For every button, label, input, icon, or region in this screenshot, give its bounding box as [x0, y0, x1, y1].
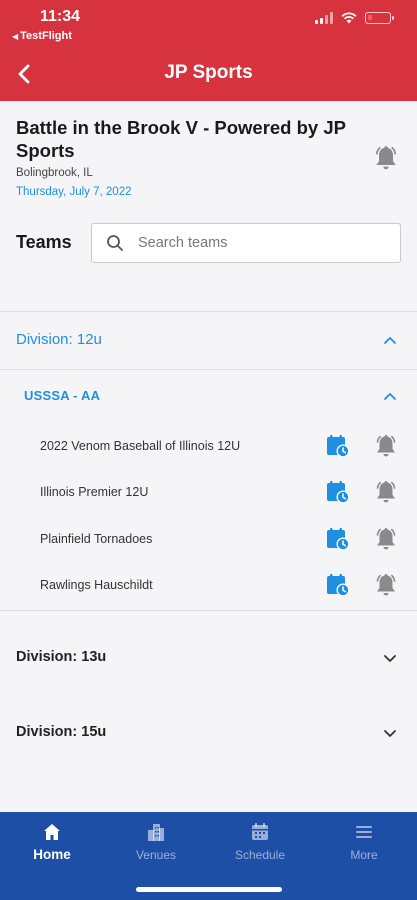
nav-more[interactable]: More	[312, 822, 416, 868]
buildings-icon	[148, 824, 164, 841]
nav-venues[interactable]: Venues	[104, 822, 208, 868]
bell-icon[interactable]	[374, 479, 398, 505]
nav-label: Schedule	[234, 848, 286, 862]
team-row[interactable]: 2022 Venom Baseball of Illinois 12U	[0, 424, 417, 470]
chevron-down-icon	[384, 655, 396, 662]
section-divider	[0, 311, 417, 312]
team-row[interactable]: Illinois Premier 12U	[0, 470, 417, 516]
header-title: JP Sports	[164, 62, 253, 83]
teams-label: Teams	[16, 232, 72, 252]
bell-icon[interactable]	[374, 526, 398, 552]
nav-schedule[interactable]: Schedule	[208, 822, 312, 868]
chevron-up-icon	[384, 393, 396, 400]
wifi-icon	[341, 12, 357, 24]
event-bell-icon[interactable]	[373, 144, 399, 172]
calendar-clock-icon[interactable]	[326, 434, 350, 458]
event-date: Thursday, July 7, 2022	[16, 186, 132, 198]
calendar-clock-icon[interactable]	[326, 573, 350, 597]
division-13u-header[interactable]: Division: 13u	[0, 631, 417, 687]
app-header: 11:34 ◀ TestFlight JP Sports	[0, 0, 417, 101]
bottom-navigation: Home Venues Schedule More	[0, 812, 417, 900]
subdivision-usssa-aa-header[interactable]: USSSA - AA	[0, 370, 417, 422]
calendar-clock-icon[interactable]	[326, 527, 350, 551]
division-divider	[0, 610, 417, 611]
calendar-clock-icon[interactable]	[326, 480, 350, 504]
event-location: Bolingbrook, IL	[16, 167, 93, 179]
division-label: Division: 15u	[16, 724, 107, 740]
division-15u-header[interactable]: Division: 15u	[0, 706, 417, 762]
home-indicator[interactable]	[136, 887, 282, 892]
back-triangle-icon: ◀	[12, 31, 19, 41]
team-name: Illinois Premier 12U	[40, 485, 149, 499]
search-input[interactable]	[138, 235, 378, 251]
search-icon	[107, 235, 123, 251]
bell-icon[interactable]	[374, 572, 398, 598]
status-icons	[315, 12, 394, 24]
calendar-icon	[252, 823, 268, 840]
back-app-label: TestFlight	[20, 30, 72, 42]
home-icon	[44, 824, 60, 840]
team-search-box[interactable]	[91, 223, 401, 263]
nav-home[interactable]: Home	[0, 822, 104, 868]
bell-icon[interactable]	[374, 433, 398, 459]
team-name: Plainfield Tornadoes	[40, 532, 153, 546]
battery-icon	[365, 12, 394, 24]
event-title: Battle in the Brook V - Powered by JP Sp…	[16, 117, 346, 161]
subdivision-label: USSSA - AA	[24, 388, 101, 403]
chevron-up-icon	[384, 337, 396, 344]
team-row[interactable]: Plainfield Tornadoes	[0, 517, 417, 563]
event-info: Battle in the Brook V - Powered by JP Sp…	[0, 101, 417, 311]
team-name: 2022 Venom Baseball of Illinois 12U	[40, 439, 241, 453]
division-label: Division: 12u	[16, 331, 102, 348]
nav-label: Venues	[135, 848, 177, 862]
team-name: Rawlings Hauschildt	[40, 578, 153, 592]
division-12u-header[interactable]: Division: 12u	[0, 313, 417, 369]
nav-label: More	[350, 848, 378, 862]
chevron-down-icon	[384, 730, 396, 737]
signal-icon	[315, 12, 333, 24]
menu-icon	[356, 826, 372, 838]
division-label: Division: 13u	[16, 649, 107, 665]
status-time: 11:34	[40, 8, 81, 25]
back-to-app-link[interactable]: ◀ TestFlight	[12, 30, 72, 42]
team-row[interactable]: Rawlings Hauschildt	[0, 563, 417, 609]
nav-label: Home	[33, 847, 71, 862]
